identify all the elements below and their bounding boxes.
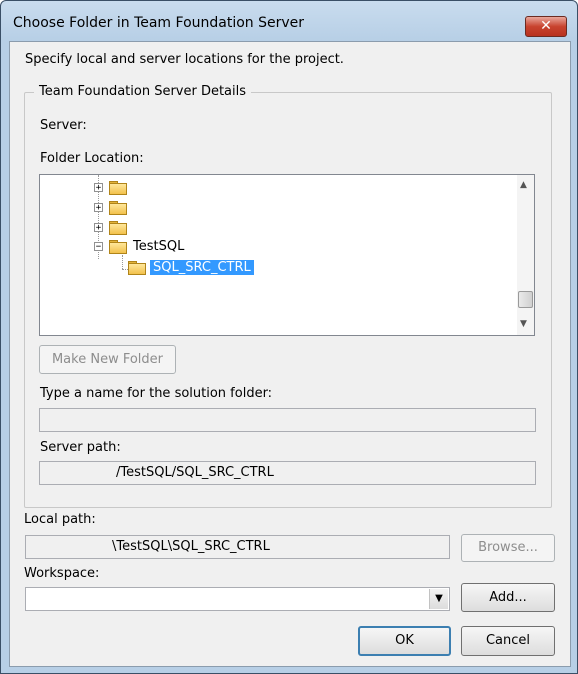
folder-icon <box>109 200 127 215</box>
server-label: Server: <box>40 118 87 133</box>
chevron-down-icon[interactable]: ▼ <box>429 589 448 609</box>
ok-button[interactable]: OK <box>358 626 451 656</box>
expand-icon[interactable]: + <box>94 222 103 232</box>
local-path-field: \TestSQL\SQL_SRC_CTRL <box>25 535 450 559</box>
add-workspace-button[interactable]: Add... <box>461 583 555 612</box>
scroll-thumb[interactable] <box>518 291 533 308</box>
title-bar[interactable]: Choose Folder in Team Foundation Server … <box>1 1 577 41</box>
folder-tree[interactable]: + + + − TestSQL SQL_SRC_CTRL ▲ ▼ <box>39 174 535 336</box>
tree-node-label-selected: SQL_SRC_CTRL <box>150 259 254 275</box>
tree-node-testsql[interactable]: − TestSQL <box>94 237 184 255</box>
local-path-value: \TestSQL\SQL_SRC_CTRL <box>112 539 270 554</box>
scroll-up-icon[interactable]: ▲ <box>520 180 527 190</box>
scroll-down-icon[interactable]: ▼ <box>520 319 527 329</box>
expand-icon[interactable]: + <box>94 182 103 192</box>
folder-icon <box>109 220 127 235</box>
solution-folder-input[interactable] <box>39 408 536 432</box>
server-path-field: /TestSQL/SQL_SRC_CTRL <box>39 461 536 485</box>
tree-node[interactable]: + <box>94 218 133 236</box>
folder-icon <box>109 180 127 195</box>
workspace-label: Workspace: <box>24 566 100 581</box>
tree-node-sql-src-ctrl[interactable]: SQL_SRC_CTRL <box>128 258 254 276</box>
solution-folder-label: Type a name for the solution folder: <box>40 386 273 401</box>
dialog-body: Specify local and server locations for t… <box>9 41 571 667</box>
tree-node-label: TestSQL <box>133 238 185 254</box>
cancel-button[interactable]: Cancel <box>461 626 555 656</box>
tree-node[interactable]: + <box>94 178 133 196</box>
tree-scrollbar[interactable]: ▲ ▼ <box>517 175 534 335</box>
local-path-label: Local path: <box>24 512 96 527</box>
make-new-folder-button[interactable]: Make New Folder <box>39 345 176 374</box>
close-button[interactable]: ✕ <box>525 16 567 37</box>
folder-icon <box>128 260 146 275</box>
workspace-select[interactable]: ▼ <box>25 587 450 611</box>
expand-icon[interactable]: + <box>94 202 103 212</box>
server-path-value: /TestSQL/SQL_SRC_CTRL <box>116 465 274 480</box>
group-legend: Team Foundation Server Details <box>34 84 252 99</box>
dialog-window: Choose Folder in Team Foundation Server … <box>0 0 578 674</box>
instructions-text: Specify local and server locations for t… <box>25 52 344 67</box>
open-folder-icon <box>109 239 127 254</box>
folder-location-label: Folder Location: <box>40 151 144 166</box>
dialog-title: Choose Folder in Team Foundation Server <box>13 15 305 31</box>
server-path-label: Server path: <box>40 440 121 455</box>
browse-button[interactable]: Browse... <box>461 534 555 562</box>
tree-line <box>122 255 123 269</box>
tree-node[interactable]: + <box>94 198 133 216</box>
collapse-icon[interactable]: − <box>94 241 103 251</box>
